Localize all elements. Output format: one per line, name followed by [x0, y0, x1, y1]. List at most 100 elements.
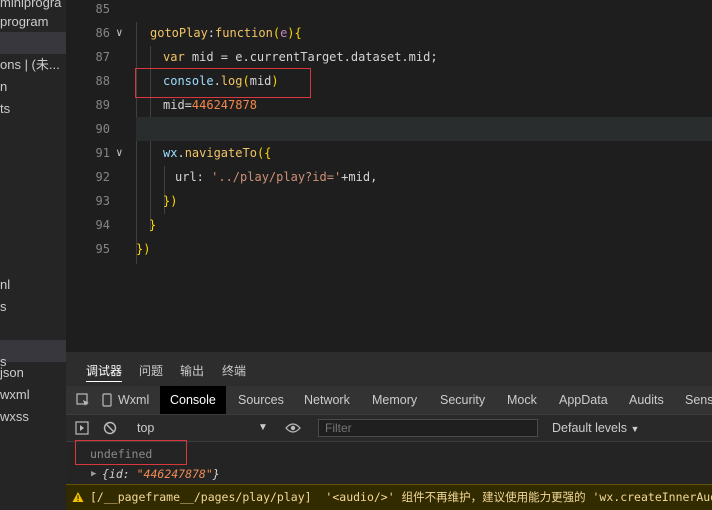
device-toggle-icon[interactable] [101, 393, 115, 407]
code-text: wx.navigateTo({ [163, 141, 271, 165]
code-text: url: '../play/play?id='+mid, [175, 165, 377, 189]
code-line: 86 ∨ gotoPlay:function(e){ [66, 21, 712, 45]
fold-chevron-icon[interactable]: ∨ [116, 141, 123, 165]
expand-arrow-icon[interactable]: ▶ [91, 464, 96, 484]
code-token: : [207, 26, 216, 40]
code-editor[interactable]: 85 86 ∨ gotoPlay:function(e){ 87 var mid… [66, 0, 712, 352]
chevron-down-icon[interactable]: ▼ [258, 415, 268, 441]
fold-chevron-icon[interactable]: ∨ [116, 21, 123, 45]
context-selector[interactable]: top [137, 415, 154, 441]
code-token: mid = e.currentTarget.dataset.mid; [184, 50, 438, 64]
code-token: wx [163, 146, 178, 160]
tab-output[interactable]: 输出 [180, 362, 204, 379]
line-number: 89 [95, 98, 110, 112]
object-close-brace: } [212, 467, 220, 481]
line-number: 88 [95, 74, 110, 88]
sidebar-item-label: nl [0, 277, 11, 292]
tab-console[interactable]: Console [160, 386, 226, 414]
code-token: var [163, 50, 185, 64]
code-token: gotoPlay [150, 26, 208, 40]
tab-debugger[interactable]: 调试器 [86, 362, 123, 382]
sidebar-item-program[interactable]: program [0, 11, 66, 33]
line-number: 92 [95, 170, 110, 184]
sidebar-item-label: s [0, 299, 7, 314]
log-levels-dropdown[interactable]: Default levels ▼ [552, 415, 639, 441]
code-line: 94 } [66, 213, 712, 237]
panel-tab-bar: Wxml Console Sources Network Memory Secu… [66, 386, 712, 414]
inspect-element-icon[interactable] [76, 393, 90, 407]
code-line: 90 [66, 117, 712, 141]
tab-problems[interactable]: 问题 [139, 362, 163, 379]
sidebar-item-selected[interactable] [0, 32, 66, 54]
file-explorer-lower: s json wxml wxss [0, 352, 66, 510]
tab-memory[interactable]: Memory [372, 386, 417, 414]
code-token: 446247878 [191, 98, 257, 112]
code-token: navigateTo [184, 146, 257, 160]
line-number: 94 [95, 218, 110, 232]
sidebar-item-label: ons | (未... [0, 57, 60, 72]
line-number: 95 [95, 242, 110, 256]
console-toolbar: top ▼ Default levels ▼ [66, 414, 712, 442]
sidebar-item-js[interactable]: s [0, 352, 66, 369]
sidebar-item-label: program [0, 14, 49, 29]
code-token: '../play/play?id=' [211, 170, 342, 184]
tab-appdata[interactable]: AppData [559, 386, 608, 414]
file-explorer: miniprogra program ons | (未... n ts nl s [0, 0, 66, 352]
sidebar-item-n[interactable]: n [0, 76, 66, 98]
sidebar-item-label: miniprogra [0, 0, 62, 10]
sidebar-item-label: wxss [0, 409, 29, 424]
code-line: 87 var mid = e.currentTarget.dataset.mid… [66, 45, 712, 69]
sidebar-item-nl[interactable]: nl [0, 274, 66, 296]
devtools-panel: 调试器 问题 输出 终端 Wxml Console Sources Networ… [66, 352, 712, 510]
tab-audits[interactable]: Audits [629, 386, 664, 414]
line-number: 86 [95, 26, 110, 40]
sidebar-toggle-icon[interactable] [75, 421, 89, 435]
code-token: }) [163, 194, 178, 208]
sidebar-item-ons[interactable]: ons | (未... [0, 54, 66, 76]
code-token: function [215, 26, 273, 40]
code-token: }) [136, 242, 151, 256]
console-entry[interactable]: ▶ {id: "446247878"} [66, 464, 712, 484]
filter-input[interactable] [318, 419, 538, 437]
object-value-text: "446247878" [136, 467, 213, 481]
tab-security[interactable]: Security [440, 386, 485, 414]
clear-console-icon[interactable] [103, 421, 117, 435]
code-token: } [149, 218, 157, 232]
line-number: 91 [95, 146, 110, 160]
devtools-top-tabs: 调试器 问题 输出 终端 [66, 352, 712, 386]
tab-sensor[interactable]: Sensor [685, 386, 712, 414]
tab-wxml[interactable]: Wxml [118, 386, 149, 414]
code-text: } [149, 213, 156, 237]
code-text: }) [136, 237, 150, 261]
sidebar-item-wxss[interactable]: wxss [0, 406, 66, 428]
code-token: +mid, [341, 170, 378, 184]
sidebar-item-js-top[interactable] [0, 340, 66, 352]
code-token: . [177, 146, 185, 160]
sidebar-item-wxml[interactable]: wxml [0, 384, 66, 406]
code-line: 85 [66, 0, 712, 21]
tab-terminal[interactable]: 终端 [222, 362, 246, 379]
tab-mock[interactable]: Mock [507, 386, 537, 414]
eye-icon[interactable] [285, 422, 301, 434]
code-text: var mid = e.currentTarget.dataset.mid; [163, 45, 438, 69]
code-line: 95 }) [66, 237, 712, 261]
line-number: 90 [95, 122, 110, 136]
object-key-text: {id: [102, 467, 137, 481]
code-line: 93 }) [66, 189, 712, 213]
code-text: gotoPlay:function(e){ [150, 21, 302, 45]
code-line: 91 ∨ wx.navigateTo({ [66, 141, 712, 165]
line-number: 93 [95, 194, 110, 208]
tab-network[interactable]: Network [304, 386, 350, 414]
warning-source-path: [/__pageframe__/pages/play/play] [90, 490, 312, 504]
tab-sources[interactable]: Sources [238, 386, 284, 414]
sidebar-item-s[interactable]: s [0, 296, 66, 318]
sidebar-item-json[interactable]: json [0, 362, 66, 384]
highlight-box-console-log [135, 68, 311, 98]
code-line: 92 url: '../play/play?id='+mid, [66, 165, 712, 189]
code-text: }) [163, 189, 177, 213]
log-levels-label: Default levels [552, 421, 628, 435]
sidebar-item-label: json [0, 365, 24, 380]
sidebar-item-ts[interactable]: ts [0, 98, 66, 120]
sidebar-item-label: n [0, 79, 8, 94]
highlight-box-undefined [75, 440, 187, 465]
